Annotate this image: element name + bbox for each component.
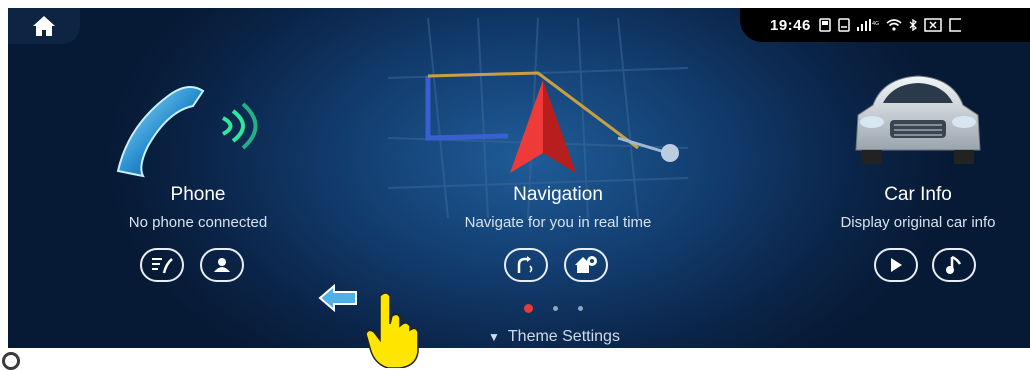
music-button[interactable] [932, 248, 976, 282]
contacts-button[interactable] [200, 248, 244, 282]
card-subtitle: Display original car info [840, 214, 996, 231]
page-indicator [524, 304, 583, 313]
swipe-left-arrow-icon [318, 284, 357, 312]
hand-pointer-icon [365, 292, 419, 368]
card-title: Phone [170, 184, 226, 205]
page-dot[interactable] [578, 306, 583, 311]
car-icon [855, 75, 981, 164]
home-location-button[interactable] [564, 248, 608, 282]
call-list-icon [152, 258, 173, 274]
card-subtitle: Navigate for you in real time [464, 214, 652, 231]
contacts-icon [214, 258, 230, 272]
status-dot-icon [2, 352, 20, 370]
home-location-icon [575, 256, 597, 273]
voice-guidance-icon [517, 256, 533, 273]
phone-handset-icon [116, 86, 258, 178]
car-home-screen: 19:46 4G Phone No phone connected Naviga… [8, 8, 1030, 348]
triangle-down-icon: ▼ [488, 330, 500, 344]
theme-settings-label: Theme Settings [507, 328, 620, 345]
card-title: Navigation [513, 184, 603, 205]
phone-card[interactable]: Phone No phone connected [48, 8, 348, 308]
play-icon [891, 258, 902, 272]
navigation-arrow-icon [510, 80, 576, 173]
navigation-card[interactable]: Navigation Navigate for you in real time [408, 8, 708, 308]
theme-settings-button[interactable]: ▼ Theme Settings [488, 328, 620, 346]
page-dot[interactable] [553, 306, 558, 311]
card-title: Car Info [884, 184, 952, 205]
music-note-icon [946, 255, 962, 274]
page-dot-active[interactable] [524, 304, 533, 313]
play-button[interactable] [874, 248, 918, 282]
car-info-card[interactable]: Car Info Display original car info [768, 8, 1030, 308]
card-subtitle: No phone connected [128, 214, 268, 231]
call-list-button[interactable] [140, 248, 184, 282]
voice-guidance-button[interactable] [504, 248, 548, 282]
